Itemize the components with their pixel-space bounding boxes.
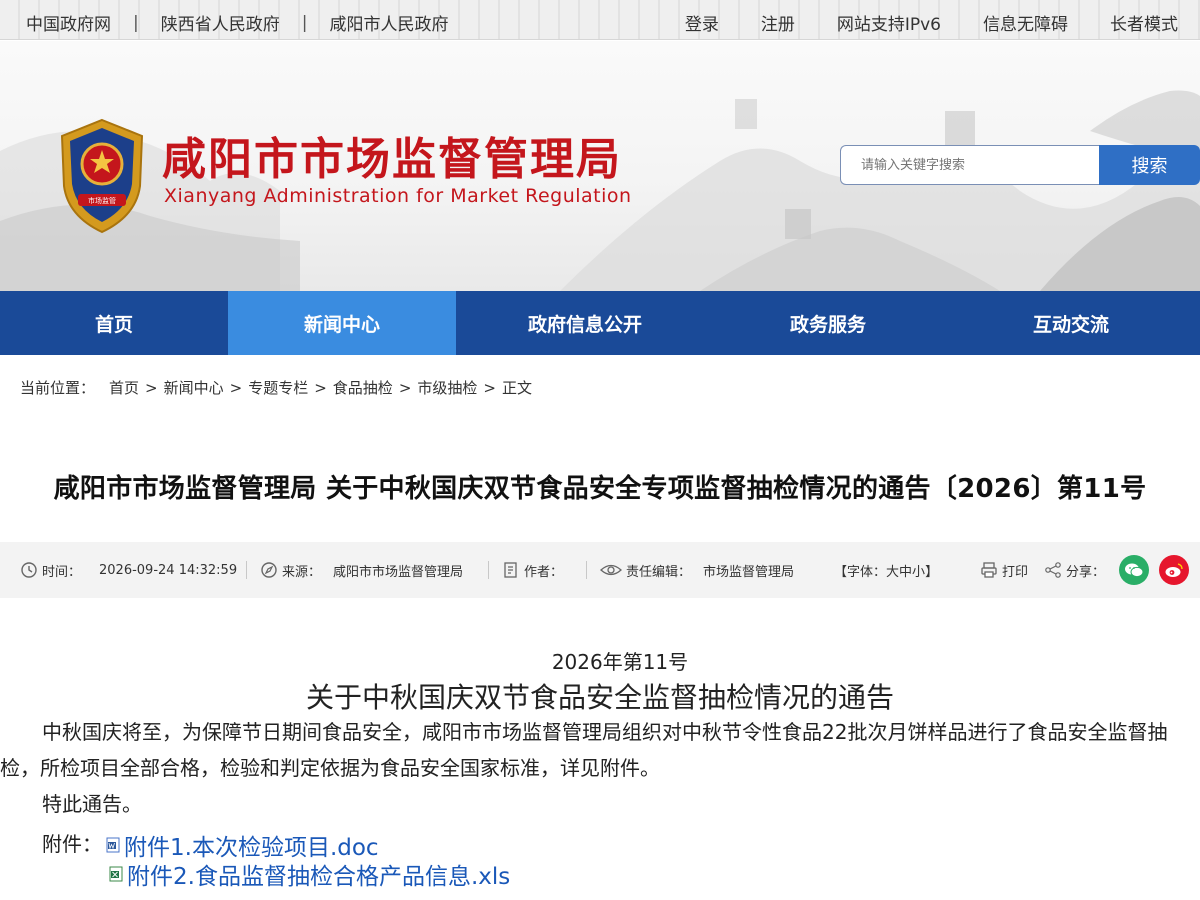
breadcrumb-item[interactable]: 食品抽检 [333, 377, 393, 398]
search-input[interactable] [840, 145, 1100, 185]
breadcrumb-separator: > [145, 378, 158, 397]
nav-item-news[interactable]: 新闻中心 [228, 291, 456, 355]
compass-icon [261, 562, 277, 578]
editor-label: 责任编辑： [626, 564, 692, 580]
ipv6-link[interactable]: 网站支持IPv6 [837, 10, 941, 35]
article-editor: 责任编辑： 市场监督管理局 [600, 542, 794, 598]
link-china-gov[interactable]: 中国政府网 [26, 10, 111, 35]
publish-time: 时间： 2026-09-24 14:32:59 [20, 542, 237, 598]
accessibility-link[interactable]: 信息无障碍 [983, 10, 1068, 35]
author-label: 作者： [524, 564, 564, 580]
article-closing: 特此通告。 [42, 792, 142, 816]
site-title: 咸阳市市场监督管理局 [162, 134, 622, 185]
font-size-small[interactable]: 小 [912, 561, 925, 580]
nav-item-gov-info[interactable]: 政府信息公开 [456, 291, 714, 355]
source-label: 来源： [282, 564, 322, 580]
top-utility-bar: 中国政府网 | 陕西省人民政府 | 咸阳市人民政府 登录 注册 网站支持IPv6… [0, 0, 1200, 40]
attachment-xls-label: 附件2.食品监督抽检合格产品信息.xls [127, 864, 511, 890]
excel-file-icon [109, 866, 123, 882]
site-subtitle: Xianyang Administration for Market Regul… [164, 185, 632, 207]
link-shaanxi-gov[interactable]: 陕西省人民政府 [161, 10, 280, 35]
time-value: 2026-09-24 14:32:59 [99, 562, 238, 578]
font-size-medium[interactable]: 中 [899, 561, 912, 580]
breadcrumb-separator: > [398, 378, 412, 397]
font-size-large[interactable]: 大 [886, 561, 899, 580]
font-size-controls: 【字体： 大 中 小 】 [834, 542, 938, 598]
source-value: 咸阳市市场监督管理局 [333, 564, 464, 580]
link-xianyang-gov[interactable]: 咸阳市人民政府 [329, 10, 448, 35]
article-paragraph: 中秋国庆将至，为保障节日期间食品安全，咸阳市市场监督管理局组织对中秋节令性食品2… [0, 720, 1168, 780]
search-button[interactable]: 搜索 [1099, 145, 1200, 185]
clock-icon [21, 562, 37, 578]
share-controls: 分享： [1044, 542, 1190, 598]
font-label-open: 【字体： [834, 564, 887, 580]
elder-mode-link[interactable]: 长者模式 [1110, 10, 1178, 35]
wechat-icon [1125, 563, 1144, 578]
nav-item-services[interactable]: 政务服务 [714, 291, 942, 355]
login-link[interactable]: 登录 [685, 10, 719, 35]
separator: | [301, 12, 308, 33]
breadcrumb-separator: > [314, 378, 327, 397]
editor-value: 市场监督管理局 [703, 564, 795, 580]
breadcrumb-separator: > [229, 378, 243, 397]
document-title: 关于中秋国庆双节食品安全监督抽检情况的通告 [305, 681, 894, 714]
share-label: 分享： [1066, 564, 1106, 580]
word-file-icon [106, 837, 120, 853]
weibo-icon [1165, 563, 1183, 577]
breadcrumb-item[interactable]: 新闻中心 [164, 377, 224, 398]
edit-icon [504, 562, 517, 578]
eye-icon [600, 564, 622, 576]
article-headline: 咸阳市市场监督管理局 关于中秋国庆双节食品安全专项监督抽检情况的通告〔2026〕… [53, 474, 1147, 504]
article-author: 作者： [502, 542, 563, 598]
nav-item-interaction[interactable]: 互动交流 [942, 291, 1200, 355]
main-nav: 首页 新闻中心 政府信息公开 政务服务 互动交流 [0, 291, 1200, 355]
font-label-close: 】 [925, 564, 939, 580]
weibo-share-button[interactable] [1159, 555, 1190, 585]
register-link[interactable]: 注册 [761, 10, 795, 35]
share-icon [1045, 562, 1061, 578]
wechat-share-button[interactable] [1119, 555, 1150, 585]
printer-icon [981, 562, 997, 578]
breadcrumb-item[interactable]: 市级抽检 [417, 377, 477, 398]
article-source: 来源： 咸阳市市场监督管理局 [260, 542, 463, 598]
article-info-bar: 时间： 2026-09-24 14:32:59 来源： 咸阳市市场监督管理局 作… [0, 542, 1200, 598]
breadcrumb-separator: > [483, 378, 496, 397]
header-banner: 市场监管 咸阳市市场监督管理局 Xianyang Administration … [0, 41, 1200, 291]
emblem-text: 市场监管 [88, 196, 116, 205]
attachments-label: 附件： [42, 832, 102, 856]
time-label: 时间： [42, 564, 82, 580]
breadcrumb: 当前位置： 首页 > 新闻中心 > 专题专栏 > 食品抽检 > 市级抽检 > 正… [20, 377, 532, 398]
print-label: 打印 [1002, 564, 1029, 580]
breadcrumb-item[interactable]: 首页 [109, 377, 139, 398]
attachment-link-xls[interactable]: 附件2.食品监督抽检合格产品信息.xls [108, 857, 510, 891]
breadcrumb-label: 当前位置： [20, 379, 96, 397]
breadcrumb-current: 正文 [501, 379, 532, 397]
breadcrumb-item[interactable]: 专题专栏 [248, 377, 308, 398]
separator: | [133, 12, 139, 33]
document-number: 2026年第11号 [551, 650, 689, 674]
nav-item-home[interactable]: 首页 [0, 291, 228, 355]
print-button[interactable]: 打印 [980, 542, 1028, 598]
market-regulation-emblem: 市场监管 [56, 116, 148, 236]
